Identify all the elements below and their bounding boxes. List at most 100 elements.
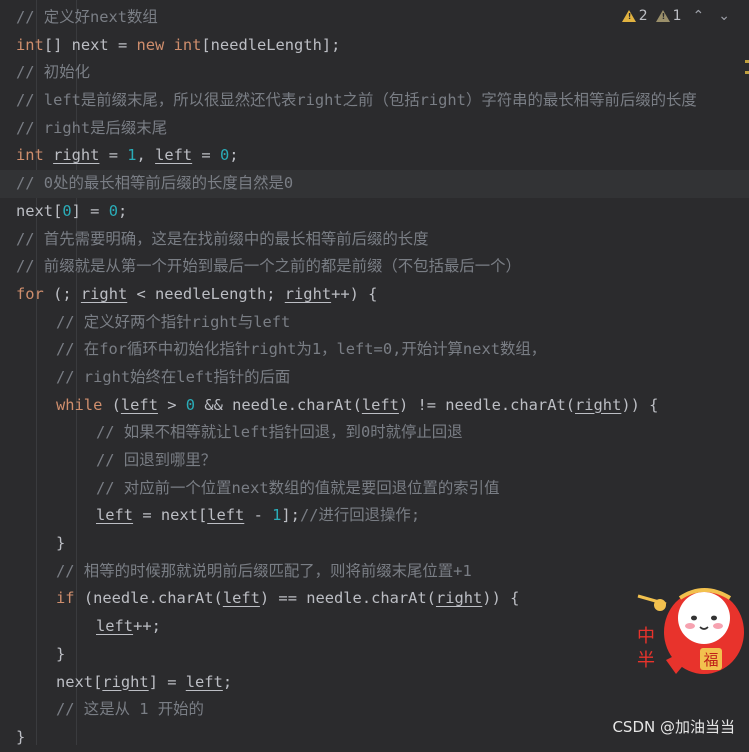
number: 1: [127, 146, 137, 165]
code-line: // right是后缀末尾: [0, 115, 749, 143]
code-line: // 在for循环中初始化指针right为1，left=0,开始计算next数组…: [0, 336, 749, 364]
keyword: int: [173, 35, 202, 54]
chevron-down-icon[interactable]: ⌄: [715, 8, 733, 24]
code-text: && needle.charAt(: [195, 395, 362, 414]
variable-right[interactable]: right: [436, 589, 482, 607]
warning-marker[interactable]: [745, 60, 749, 63]
code-text: ] =: [148, 672, 186, 691]
code-line: // 首先需要明确，这是在找前缀中的最长相等前后缀的长度: [0, 226, 749, 254]
code-line: // 初始化: [0, 59, 749, 87]
comment: // 定义好两个指针right与left: [56, 312, 291, 331]
keyword: int: [16, 146, 44, 165]
comment: // 回退到哪里？: [96, 451, 217, 469]
weak-warnings-badge[interactable]: ! 1: [655, 8, 682, 24]
variable-right[interactable]: right: [285, 285, 331, 303]
code-line: // 回退到哪里？: [0, 447, 749, 475]
variable-left[interactable]: left: [96, 506, 133, 524]
code-text: >: [157, 395, 186, 414]
code-text: next[: [56, 672, 103, 691]
weak-warning-icon: !: [655, 10, 670, 22]
code-text: ];: [281, 506, 300, 525]
weak-warnings-count: 1: [672, 8, 682, 24]
code-text: ++;: [133, 617, 161, 636]
closing-brace: }: [16, 727, 26, 746]
variable-left[interactable]: left: [155, 146, 192, 164]
closing-brace: }: [56, 534, 66, 553]
code-text: next[: [16, 201, 63, 220]
comment: // 对应前一个位置next数组的值就是要回退位置的索引值: [96, 478, 500, 497]
code-line: while (left > 0 && needle.charAt(left) !…: [0, 392, 749, 420]
code-line-current: // 0处的最长相等前后缀的长度自然是0: [0, 170, 749, 198]
scrollbar-markers[interactable]: [745, 60, 749, 82]
keyword: if: [56, 589, 75, 608]
comment: // 定义好next数组: [16, 8, 158, 26]
code-text: ;: [117, 201, 128, 220]
code-text: (needle.charAt(: [74, 589, 223, 608]
comment: // right是后缀末尾: [16, 118, 168, 137]
inspection-status: ! 2 ! 1 ⌃ ⌄: [621, 8, 733, 24]
variable-left[interactable]: left: [96, 617, 133, 635]
code-line: next[0] = 0;: [0, 198, 749, 226]
code-line: // 前缀就是从第一个开始到最后一个之前的都是前缀（不包括最后一个）: [0, 253, 749, 281]
variable-left[interactable]: left: [223, 589, 260, 607]
csdn-watermark: CSDN @加油当当: [612, 718, 735, 736]
comment: // 在for循环中初始化指针right为1，left=0,开始计算next数组…: [56, 340, 547, 359]
code-text: (: [102, 395, 121, 414]
variable-right[interactable]: right: [81, 285, 127, 303]
code-line: }: [0, 530, 749, 558]
comment: // 初始化: [16, 63, 90, 82]
comment: // left是前缀末尾，所以很显然还代表right之前（包括right）字符串…: [16, 91, 697, 110]
comment: // 0处的最长相等前后缀的长度自然是0: [16, 174, 294, 193]
fu-char: 福: [703, 651, 718, 669]
lucky-mascot-sticker: 福 中 半: [637, 588, 744, 674]
code-line: // 对应前一个位置next数组的值就是要回退位置的索引值: [0, 475, 749, 503]
comment: // 这是从 1 开始的: [56, 700, 204, 719]
code-text: ;: [222, 672, 233, 691]
code-text: =: [99, 146, 128, 165]
code-text: )) {: [482, 589, 520, 608]
code-line: // right始终在left指针的后面: [0, 364, 749, 392]
code-text: [] next =: [43, 35, 137, 54]
code-text: ) != needle.charAt(: [398, 395, 575, 414]
comment: // 首先需要明确，这是在找前缀中的最长相等前后缀的长度: [16, 229, 429, 248]
number: 1: [272, 506, 282, 525]
code-text: ) == needle.charAt(: [259, 589, 436, 608]
variable-right[interactable]: right: [102, 673, 148, 691]
comment: // right始终在left指针的后面: [56, 367, 291, 386]
code-text: ;: [229, 146, 239, 165]
chevron-up-icon[interactable]: ⌃: [690, 8, 708, 24]
code-line: // 如果不相等就让left指针回退，到0时就停止回退: [0, 419, 749, 447]
warning-icon: !: [621, 10, 636, 22]
variable-right[interactable]: right: [53, 146, 99, 164]
code-line: left = next[left - 1];//进行回退操作;: [0, 502, 749, 530]
comment: //进行回退操作;: [299, 506, 421, 525]
number: 0: [185, 395, 196, 414]
keyword: int: [16, 35, 44, 54]
code-line: // 定义好两个指针right与left: [0, 309, 749, 337]
code-text: =: [192, 146, 220, 165]
warning-marker[interactable]: [745, 71, 749, 74]
variable-left[interactable]: left: [121, 396, 158, 414]
code-line: // left是前缀末尾，所以很显然还代表right之前（包括right）字符串…: [0, 87, 749, 115]
warnings-count: 2: [638, 8, 648, 24]
comment: // 如果不相等就让left指针回退，到0时就停止回退: [96, 423, 463, 442]
code-line: int right = 1, left = 0;: [0, 142, 749, 170]
code-text: = next[: [133, 506, 208, 525]
variable-right[interactable]: right: [575, 396, 621, 414]
keyword: new: [136, 35, 165, 54]
variable-left[interactable]: left: [362, 396, 399, 414]
ban-char: 半: [637, 650, 655, 671]
comment: // 前缀就是从第一个开始到最后一个之前的都是前缀（不包括最后一个）: [16, 257, 521, 276]
keyword: while: [56, 395, 103, 414]
code-text: < needleLength;: [127, 284, 285, 303]
zhong-char: 中: [637, 626, 655, 647]
variable-left[interactable]: left: [207, 506, 244, 524]
number: 0: [62, 201, 72, 220]
keyword: for: [16, 284, 44, 303]
code-text: ,: [136, 146, 156, 165]
variable-left[interactable]: left: [186, 673, 223, 691]
code-text: (;: [43, 284, 81, 303]
comment: // 相等的时候那就说明前后缀匹配了，则将前缀末尾位置+1: [56, 561, 472, 580]
code-editor[interactable]: // 定义好next数组 int[] next = new int[needle…: [0, 0, 749, 746]
warnings-badge[interactable]: ! 2: [621, 8, 648, 24]
